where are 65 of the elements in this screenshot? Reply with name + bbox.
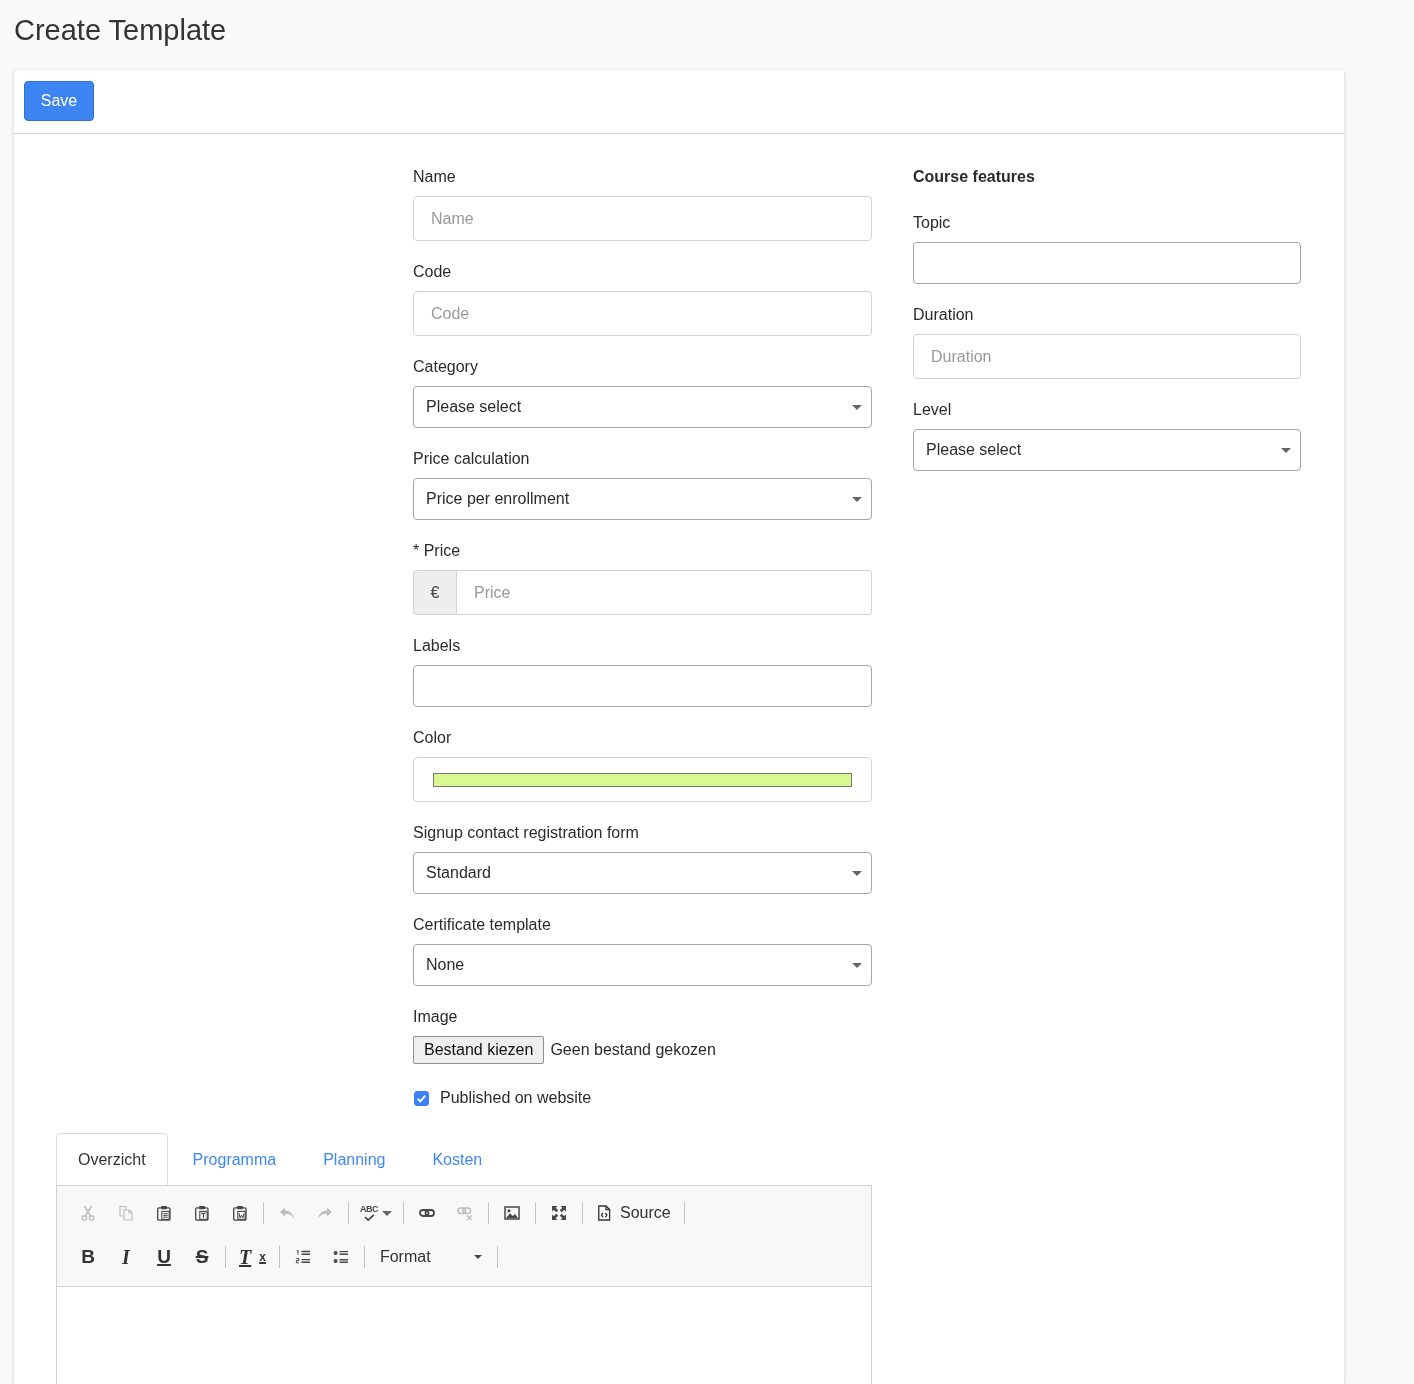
clipboard-icon [194,1205,210,1221]
select-dropdown[interactable]: Please select [913,429,1301,471]
picture-icon [504,1205,520,1221]
documents-icon [118,1205,134,1221]
caret-icon [852,962,862,968]
text-input[interactable]: Price [457,570,872,615]
text-input[interactable]: Duration [913,334,1301,379]
scissors-icon [80,1205,96,1221]
field-label: Labels [413,636,462,656]
tab[interactable]: Overzicht [56,1133,168,1185]
field-label: Duration [913,305,975,325]
curved-arrow-icon [317,1205,333,1221]
save-button[interactable]: Save [24,81,94,121]
clipboard-icon [232,1205,248,1221]
page-title: Create Template [13,13,228,48]
tag-input-field[interactable] [913,242,1301,284]
field-label: Color [413,728,453,748]
clipboard-icon [156,1205,172,1221]
field-label: Certificate template [413,915,552,935]
tab[interactable]: Programma [170,1133,299,1185]
tab[interactable]: Planning [301,1133,408,1185]
caret-icon [473,1255,482,1259]
field-label: * Price [413,541,462,561]
code-document-icon [596,1205,612,1221]
caret-icon [852,870,862,876]
tab[interactable]: Kosten [410,1133,505,1185]
bold-button[interactable]: B [72,1243,104,1271]
bullet-list-icon [332,1249,349,1265]
broken-chain-icon [457,1205,473,1221]
expand-arrows-icon [551,1205,567,1221]
text-input[interactable]: Name [413,196,872,241]
caret-icon [852,496,862,502]
check-icon [363,1214,375,1221]
currency-addon: € [413,570,457,615]
field-label: Signup contact registration form [413,823,640,843]
select-dropdown[interactable]: None [413,944,872,986]
caret-icon [1281,447,1291,453]
section-heading: Course features [913,167,1036,187]
select-dropdown[interactable]: Standard [413,852,872,894]
field-label: Image [413,1007,459,1027]
field-label: Code [413,262,453,282]
field-label: Category [413,357,479,377]
strikethrough-button[interactable]: S [186,1243,218,1271]
underline-button[interactable]: U [148,1243,180,1271]
field-label: Level [913,400,953,420]
text-input[interactable]: Code [413,291,872,336]
select-dropdown[interactable]: Price per enrollment [413,478,872,520]
checkbox-label: Published on website [440,1089,592,1107]
format-dropdown[interactable]: Format [371,1243,490,1271]
italic-button[interactable]: I [110,1243,142,1271]
select-dropdown[interactable]: Please select [413,386,872,428]
checkbox[interactable] [414,1090,429,1106]
field-label: Topic [913,213,952,233]
field-label: Price calculation [413,449,531,469]
tag-input-field[interactable] [413,665,872,707]
caret-icon [852,404,862,410]
numbered-list-icon [294,1249,311,1265]
caret-icon [382,1210,392,1216]
source-button[interactable]: Source [590,1199,677,1227]
curved-arrow-icon [279,1205,295,1221]
spellcheck-button[interactable]: ABC [356,1199,396,1227]
color-picker-field[interactable] [413,757,872,802]
field-label: Name [413,167,457,187]
choose-file-button[interactable]: Bestand kiezen [413,1036,545,1064]
file-status-text: Geen bestand gekozen [550,1041,716,1059]
